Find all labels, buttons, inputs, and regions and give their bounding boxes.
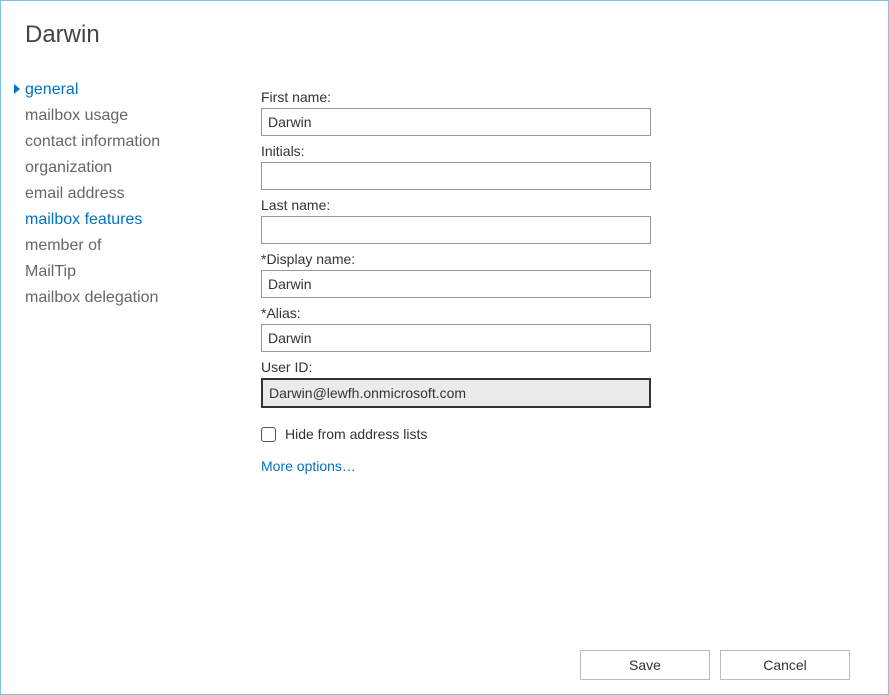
sidebar-item-label: member of (25, 237, 101, 255)
sidebar-item-label: contact information (25, 133, 160, 151)
cancel-button[interactable]: Cancel (720, 650, 850, 680)
sidebar-item-label: email address (25, 185, 125, 203)
last-name-input[interactable] (261, 216, 651, 244)
dialog-content: general mailbox usage contact informatio… (1, 49, 888, 474)
sidebar-item-organization[interactable]: organization (25, 155, 226, 181)
sidebar-item-mailbox-delegation[interactable]: mailbox delegation (25, 285, 226, 311)
dialog-header: Darwin (1, 1, 888, 49)
page-title: Darwin (25, 21, 888, 49)
sidebar-item-label: mailbox features (25, 211, 142, 229)
initials-input[interactable] (261, 162, 651, 190)
more-options-link[interactable]: More options… (261, 458, 848, 474)
last-name-label: Last name: (261, 197, 848, 213)
hide-from-lists-row: Hide from address lists (261, 426, 848, 442)
sidebar-item-label: organization (25, 159, 112, 177)
sidebar-item-label: general (25, 81, 78, 99)
alias-input[interactable] (261, 324, 651, 352)
caret-right-icon (14, 84, 20, 94)
display-name-input[interactable] (261, 270, 651, 298)
sidebar-item-mailbox-usage[interactable]: mailbox usage (25, 103, 226, 129)
dialog-footer: Save Cancel (580, 650, 850, 680)
field-user-id: User ID: (261, 359, 848, 408)
sidebar-item-label: mailbox delegation (25, 289, 158, 307)
sidebar-item-email-address[interactable]: email address (25, 181, 226, 207)
hide-from-lists-checkbox[interactable] (261, 427, 276, 442)
hide-from-lists-label: Hide from address lists (285, 426, 427, 442)
initials-label: Initials: (261, 143, 848, 159)
sidebar: general mailbox usage contact informatio… (1, 77, 236, 474)
alias-label: *Alias: (261, 305, 848, 321)
field-last-name: Last name: (261, 197, 848, 244)
user-id-label: User ID: (261, 359, 848, 375)
field-initials: Initials: (261, 143, 848, 190)
sidebar-item-member-of[interactable]: member of (25, 233, 226, 259)
form-panel: First name: Initials: Last name: *Displa… (236, 77, 888, 474)
sidebar-item-mailbox-features[interactable]: mailbox features (25, 207, 226, 233)
field-alias: *Alias: (261, 305, 848, 352)
display-name-label: *Display name: (261, 251, 848, 267)
mailbox-properties-dialog: Darwin general mailbox usage contact inf… (0, 0, 889, 695)
sidebar-item-contact-information[interactable]: contact information (25, 129, 226, 155)
first-name-input[interactable] (261, 108, 651, 136)
field-display-name: *Display name: (261, 251, 848, 298)
first-name-label: First name: (261, 89, 848, 105)
sidebar-item-mailtip[interactable]: MailTip (25, 259, 226, 285)
sidebar-item-label: mailbox usage (25, 107, 128, 125)
user-id-input (261, 378, 651, 408)
sidebar-item-label: MailTip (25, 263, 76, 281)
field-first-name: First name: (261, 89, 848, 136)
save-button[interactable]: Save (580, 650, 710, 680)
sidebar-item-general[interactable]: general (25, 77, 226, 103)
